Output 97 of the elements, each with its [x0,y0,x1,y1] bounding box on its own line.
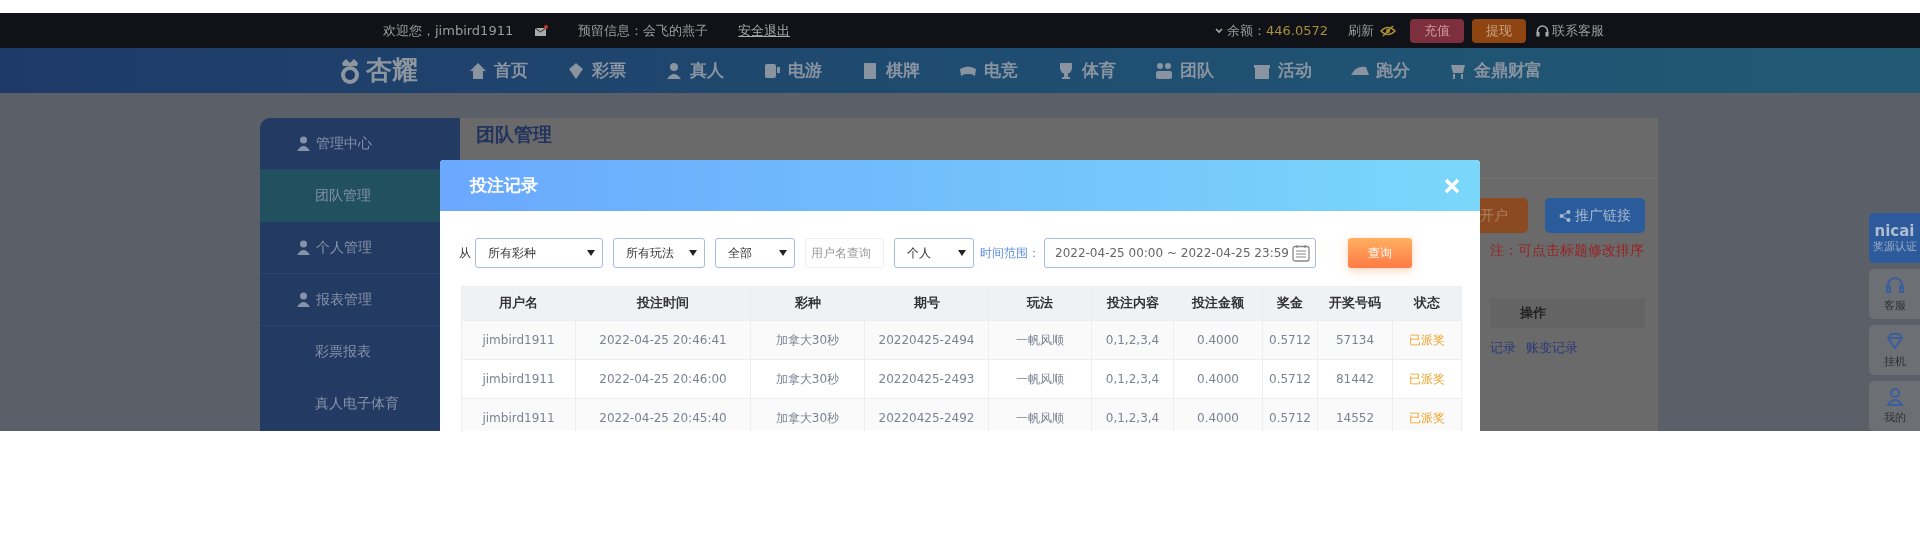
column-header: 用户名 [461,286,576,321]
support-link[interactable]: 联系客服 [1552,21,1604,40]
table-cell: 0.4000 [1173,320,1263,360]
column-header: 状态 [1392,286,1462,321]
dropdown-arrow-icon [958,250,966,256]
column-header: 期号 [864,286,989,321]
table-cell: jimbird1911 [461,320,576,360]
dropdown-arrow-icon [779,250,787,256]
table-cell: 81442 [1317,359,1393,399]
status-cell: 已派奖 [1392,398,1462,431]
table-cell: 20220425-2493 [864,359,989,399]
column-header: 奖金 [1262,286,1318,321]
nav-item[interactable]: 团队 [1154,59,1214,82]
table-cell: 2022-04-25 20:45:40 [575,398,751,431]
table-cell: 14552 [1317,398,1393,431]
table-cell: 加拿大30秒 [750,398,865,431]
site-logo-text[interactable]: 杏耀 [366,53,418,88]
balance-label: 余额： [1226,21,1266,40]
dropdown-arrow-icon [587,250,595,256]
from-label: 从 [459,244,471,262]
status-cell: 已派奖 [1392,320,1462,360]
hidden-eye-icon[interactable] [1380,24,1396,37]
side-tool-button[interactable]: 挂机 [1869,325,1920,375]
time-range-label: 时间范围： [980,244,1040,262]
column-header: 操作 [1490,298,1645,328]
menu-icon [296,292,311,307]
refresh-button[interactable]: 刷新 [1348,21,1374,40]
table-cell: 20220425-2494 [864,320,989,360]
date-range-field[interactable]: 2022-04-25 00:00 ~ 2022-04-25 23:59 [1044,238,1316,268]
column-header: 玩法 [988,286,1092,321]
record-link[interactable]: 账变记录 [1526,340,1578,357]
nav-item[interactable]: 金鼎财富 [1448,59,1542,82]
caret-icon [1214,27,1223,34]
table-cell: 0,1,2,3,4 [1091,398,1174,431]
username-search-field[interactable]: 用户名查询 [805,238,884,268]
table-cell: 一帆风顺 [988,320,1092,360]
table-cell: 加拿大30秒 [750,320,865,360]
balance-value: 446.0572 [1265,23,1328,38]
status-cell: 已派奖 [1392,359,1462,399]
table-cell: 0.5712 [1262,359,1318,399]
record-link[interactable]: 记录 [1490,340,1516,357]
tool-icon [1884,387,1905,407]
column-header: 彩种 [750,286,865,321]
mail-icon[interactable] [535,24,549,37]
logout-link[interactable]: 安全退出 [738,21,791,40]
table-cell: 0.5712 [1262,398,1318,431]
filter-dropdown[interactable]: 所有彩种 [475,238,603,268]
nav-item[interactable]: 彩票 [566,59,626,82]
scope-dropdown[interactable]: 个人 [894,238,974,268]
menu-icon [296,136,311,151]
reserved-info-text: 预留信息：会飞的燕子 [578,21,709,40]
nav-item[interactable]: 跑分 [1350,59,1410,82]
nav-item[interactable]: 棋牌 [860,59,920,82]
calendar-icon [1292,244,1310,262]
table-cell: 一帆风顺 [988,398,1092,431]
table-cell: 2022-04-25 20:46:41 [575,320,751,360]
side-tool-button[interactable]: 我的 [1869,381,1920,431]
nav-item[interactable]: 首页 [468,59,528,82]
menu-icon [296,240,311,255]
table-cell: 0,1,2,3,4 [1091,320,1174,360]
tool-icon [1884,331,1905,351]
nav-item[interactable]: 电游 [762,59,822,82]
nav-item[interactable]: 活动 [1252,59,1312,82]
column-header: 开奖号码 [1317,286,1393,321]
promo-link-button[interactable]: 推广链接 [1545,198,1645,233]
table-cell: 2022-04-25 20:46:00 [575,359,751,399]
column-header: 投注时间 [575,286,751,321]
table-cell: 0.4000 [1173,398,1263,431]
filter-dropdown[interactable]: 全部 [715,238,795,268]
column-header: 投注内容 [1091,286,1174,321]
tool-icon [1884,275,1905,295]
headset-icon [1536,24,1549,37]
sort-hint-text: 注：可点击标题修改排序 [1490,242,1644,260]
withdraw-button[interactable]: 提现 [1472,18,1526,43]
table-cell: 20220425-2492 [864,398,989,431]
nav-item[interactable]: 体育 [1056,59,1116,82]
table-cell: 加拿大30秒 [750,359,865,399]
table-cell: jimbird1911 [461,398,576,431]
nav-item[interactable]: 真人 [664,59,724,82]
deposit-button[interactable]: 充值 [1410,18,1464,43]
table-cell: 一帆风顺 [988,359,1092,399]
table-cell: 0.5712 [1262,320,1318,360]
nav-item[interactable]: 电竞 [958,59,1018,82]
query-button[interactable]: 查询 [1348,238,1412,268]
certification-badge[interactable]: nicai 奖源认证 [1869,213,1920,263]
column-header: 投注金额 [1173,286,1263,321]
share-icon [1559,209,1571,222]
table-cell: 57134 [1317,320,1393,360]
filter-dropdown[interactable]: 所有玩法 [613,238,705,268]
dropdown-arrow-icon [689,250,697,256]
welcome-text: 欢迎您，jimbird1911 [383,21,514,40]
table-cell: 0,1,2,3,4 [1091,359,1174,399]
modal-title: 投注记录 [470,174,538,197]
table-cell: jimbird1911 [461,359,576,399]
table-cell: 0.4000 [1173,359,1263,399]
crown-emblem-icon [338,56,362,85]
page-title: 团队管理 [476,122,552,147]
